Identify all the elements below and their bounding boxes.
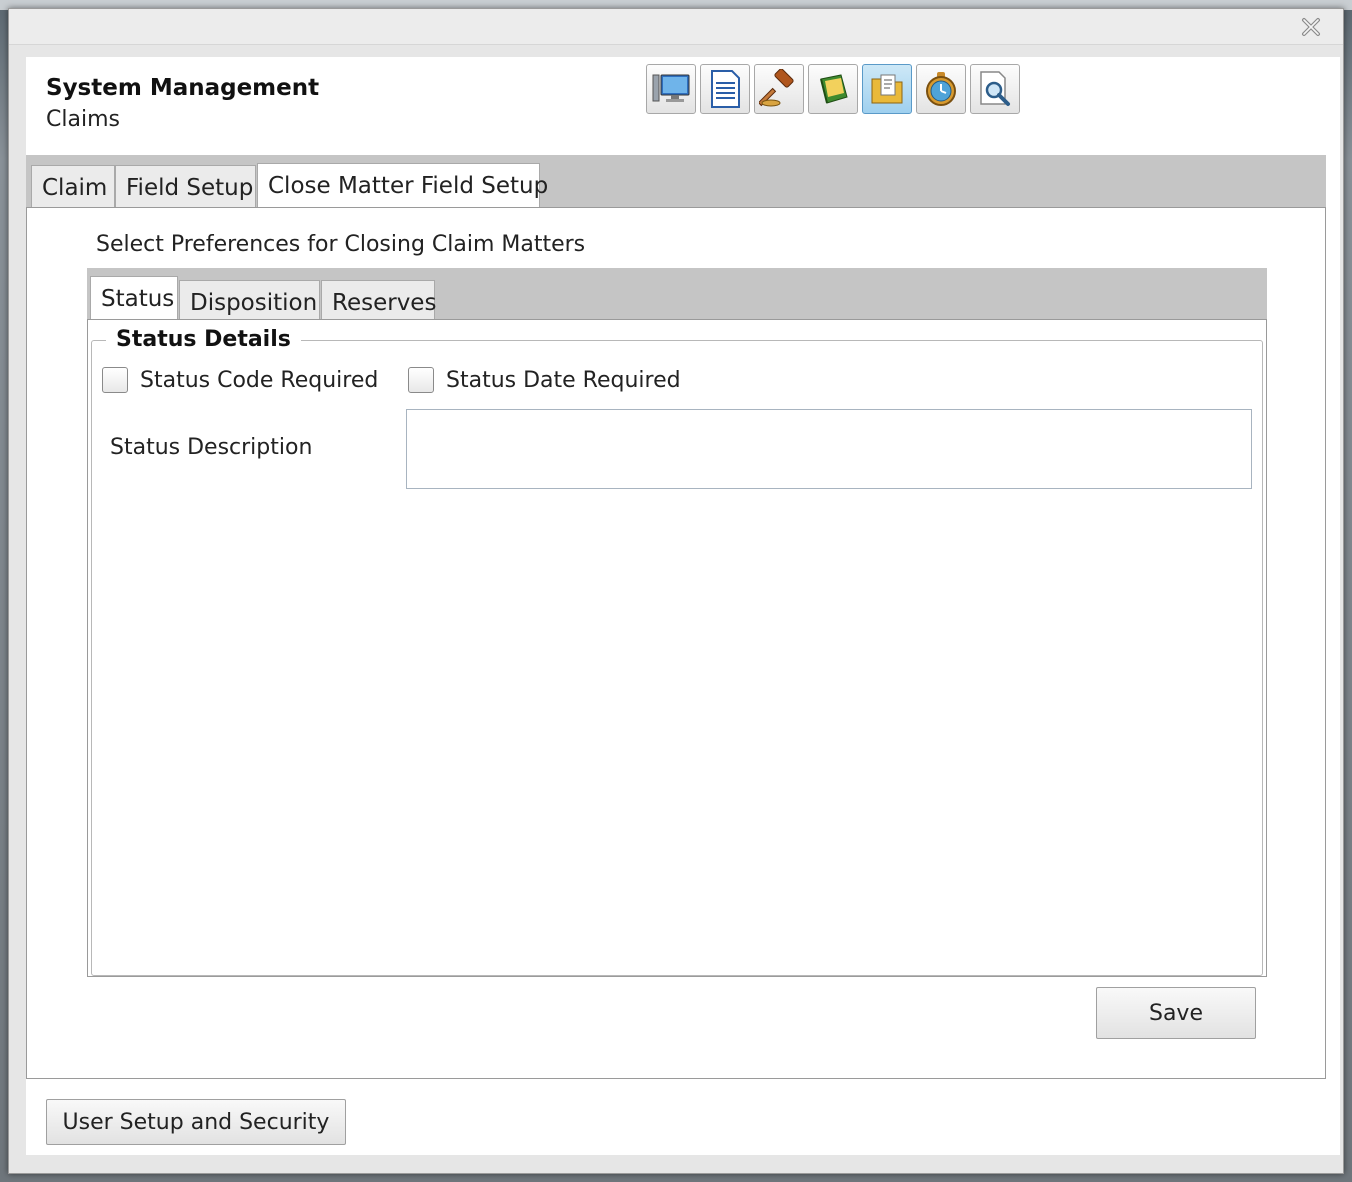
dialog-titlebar bbox=[9, 9, 1343, 45]
status-description-label: Status Description bbox=[110, 435, 313, 460]
status-date-required-checkbox[interactable] bbox=[408, 367, 434, 393]
computer-monitor-icon bbox=[652, 74, 690, 102]
status-code-required-label: Status Code Required bbox=[140, 367, 379, 393]
ledger-book-icon bbox=[820, 74, 848, 104]
pocket-watch-icon bbox=[926, 72, 956, 106]
status-code-required-option[interactable]: Status Code Required bbox=[102, 367, 378, 393]
page-title: System Management bbox=[46, 75, 320, 101]
document-button[interactable] bbox=[700, 64, 750, 114]
inner-tab-strip: Status Disposition Reserves bbox=[87, 268, 1267, 322]
save-button[interactable]: Save bbox=[1096, 987, 1256, 1039]
status-panel: Status Details Status Code Required Stat… bbox=[87, 319, 1267, 977]
system-management-dialog: System Management Claims Claim Field Set… bbox=[8, 8, 1344, 1174]
pocket-watch-button[interactable] bbox=[916, 64, 966, 114]
gavel-icon bbox=[759, 69, 794, 107]
computer-monitor-button[interactable] bbox=[646, 64, 696, 114]
tab-close-matter-field-setup[interactable]: Close Matter Field Setup bbox=[257, 163, 548, 208]
tab-reserves[interactable]: Reserves bbox=[321, 280, 436, 322]
status-details-group: Status Details Status Code Required Stat… bbox=[91, 327, 1263, 976]
close-matter-panel: Select Preferences for Closing Claim Mat… bbox=[26, 207, 1326, 1079]
folder-notes-icon bbox=[871, 74, 903, 104]
tab-disposition[interactable]: Disposition bbox=[179, 280, 320, 322]
page-subtitle: Claims bbox=[46, 107, 120, 132]
user-setup-security-button[interactable]: User Setup and Security bbox=[46, 1099, 346, 1145]
status-date-required-option[interactable]: Status Date Required bbox=[408, 367, 681, 393]
close-icon[interactable] bbox=[1301, 17, 1321, 37]
ledger-book-button[interactable] bbox=[808, 64, 858, 114]
folder-notes-button[interactable] bbox=[862, 64, 912, 114]
document-icon bbox=[711, 70, 740, 108]
search-document-button[interactable] bbox=[970, 64, 1020, 114]
gavel-button[interactable] bbox=[754, 64, 804, 114]
status-code-required-checkbox[interactable] bbox=[102, 367, 128, 393]
magnifier-document-icon bbox=[980, 71, 1010, 106]
status-description-input[interactable] bbox=[406, 409, 1252, 489]
outer-tab-strip: Claim Field Setup Close Matter Field Set… bbox=[26, 155, 1326, 208]
tab-field-setup[interactable]: Field Setup bbox=[115, 165, 256, 207]
module-toolbar bbox=[646, 64, 1020, 114]
tab-status[interactable]: Status bbox=[90, 276, 178, 321]
dialog-content: System Management Claims Claim Field Set… bbox=[26, 57, 1340, 1155]
group-title: Status Details bbox=[106, 327, 301, 352]
status-date-required-label: Status Date Required bbox=[446, 367, 681, 393]
tab-claim[interactable]: Claim bbox=[31, 165, 115, 207]
preferences-label: Select Preferences for Closing Claim Mat… bbox=[96, 232, 586, 257]
